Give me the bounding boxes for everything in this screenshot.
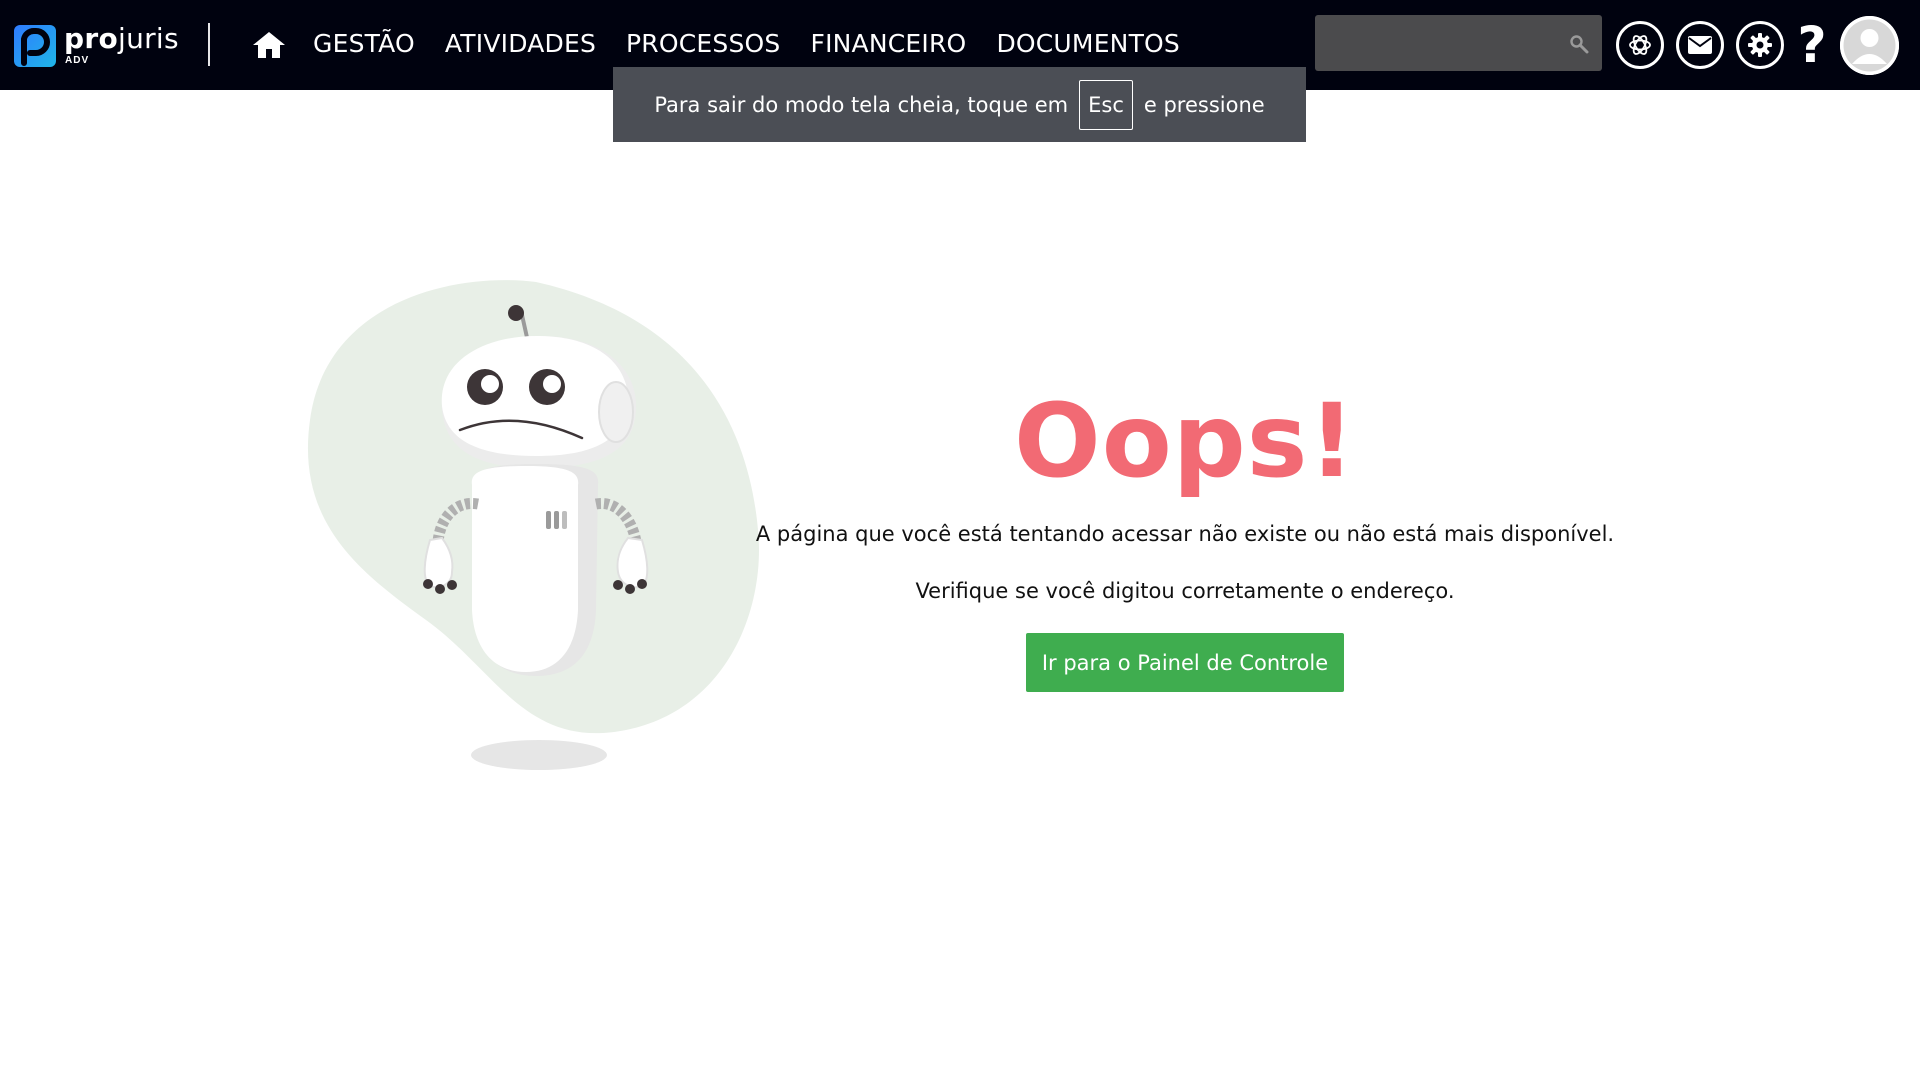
gear-icon — [1748, 33, 1772, 57]
nav-item-financeiro[interactable]: FINANCEIRO — [811, 26, 967, 62]
fullscreen-notice-text-before: Para sair do modo tela cheia, toque em — [654, 92, 1069, 117]
logo-wordmark: projuris ADV — [64, 24, 179, 68]
sad-robot-illustration — [307, 280, 759, 770]
esc-key-label: Esc — [1079, 79, 1133, 130]
error-message: A página que você está tentando acessar … — [755, 522, 1615, 546]
search-input[interactable] — [1315, 15, 1602, 71]
home-button[interactable] — [252, 30, 286, 60]
nav-divider — [208, 23, 210, 66]
user-avatar-icon — [1840, 16, 1899, 75]
error-hint: Verifique se você digitou corretamente o… — [915, 579, 1455, 603]
nav-item-atividades[interactable]: ATIVIDADES — [445, 26, 596, 62]
logo-subtitle: ADV — [65, 55, 90, 66]
mail-button[interactable] — [1676, 21, 1724, 69]
settings-button[interactable] — [1736, 21, 1784, 69]
nav-item-processos[interactable]: PROCESSOS — [626, 26, 780, 62]
help-button[interactable]: ? — [1795, 18, 1829, 72]
main-menu: GESTÃO ATIVIDADES PROCESSOS FINANCEIRO D… — [313, 26, 1210, 62]
ai-assistant-button[interactable] — [1616, 21, 1664, 69]
fullscreen-notice-text-after: e pressione — [1143, 92, 1265, 117]
logo-light-text: juris — [118, 22, 179, 55]
home-icon — [253, 32, 285, 58]
ai-assistant-icon — [1629, 35, 1651, 55]
error-title: Oops! — [1013, 382, 1357, 501]
nav-item-documentos[interactable]: DOCUMENTOS — [996, 26, 1180, 62]
fullscreen-exit-notice: Para sair do modo tela cheia, toque em E… — [613, 67, 1306, 142]
search-box — [1315, 15, 1602, 71]
user-avatar-button[interactable] — [1840, 16, 1899, 75]
nav-item-gestao[interactable]: GESTÃO — [313, 26, 415, 62]
mail-icon — [1688, 36, 1712, 54]
search-icon[interactable] — [1569, 34, 1589, 54]
projuris-logo[interactable]: projuris ADV — [14, 24, 179, 68]
robot-shadow — [471, 740, 607, 770]
projuris-logo-mark-icon — [14, 25, 56, 67]
logo-bold-text: pro — [64, 22, 118, 55]
go-to-dashboard-button[interactable]: Ir para o Painel de Controle — [1026, 633, 1344, 692]
